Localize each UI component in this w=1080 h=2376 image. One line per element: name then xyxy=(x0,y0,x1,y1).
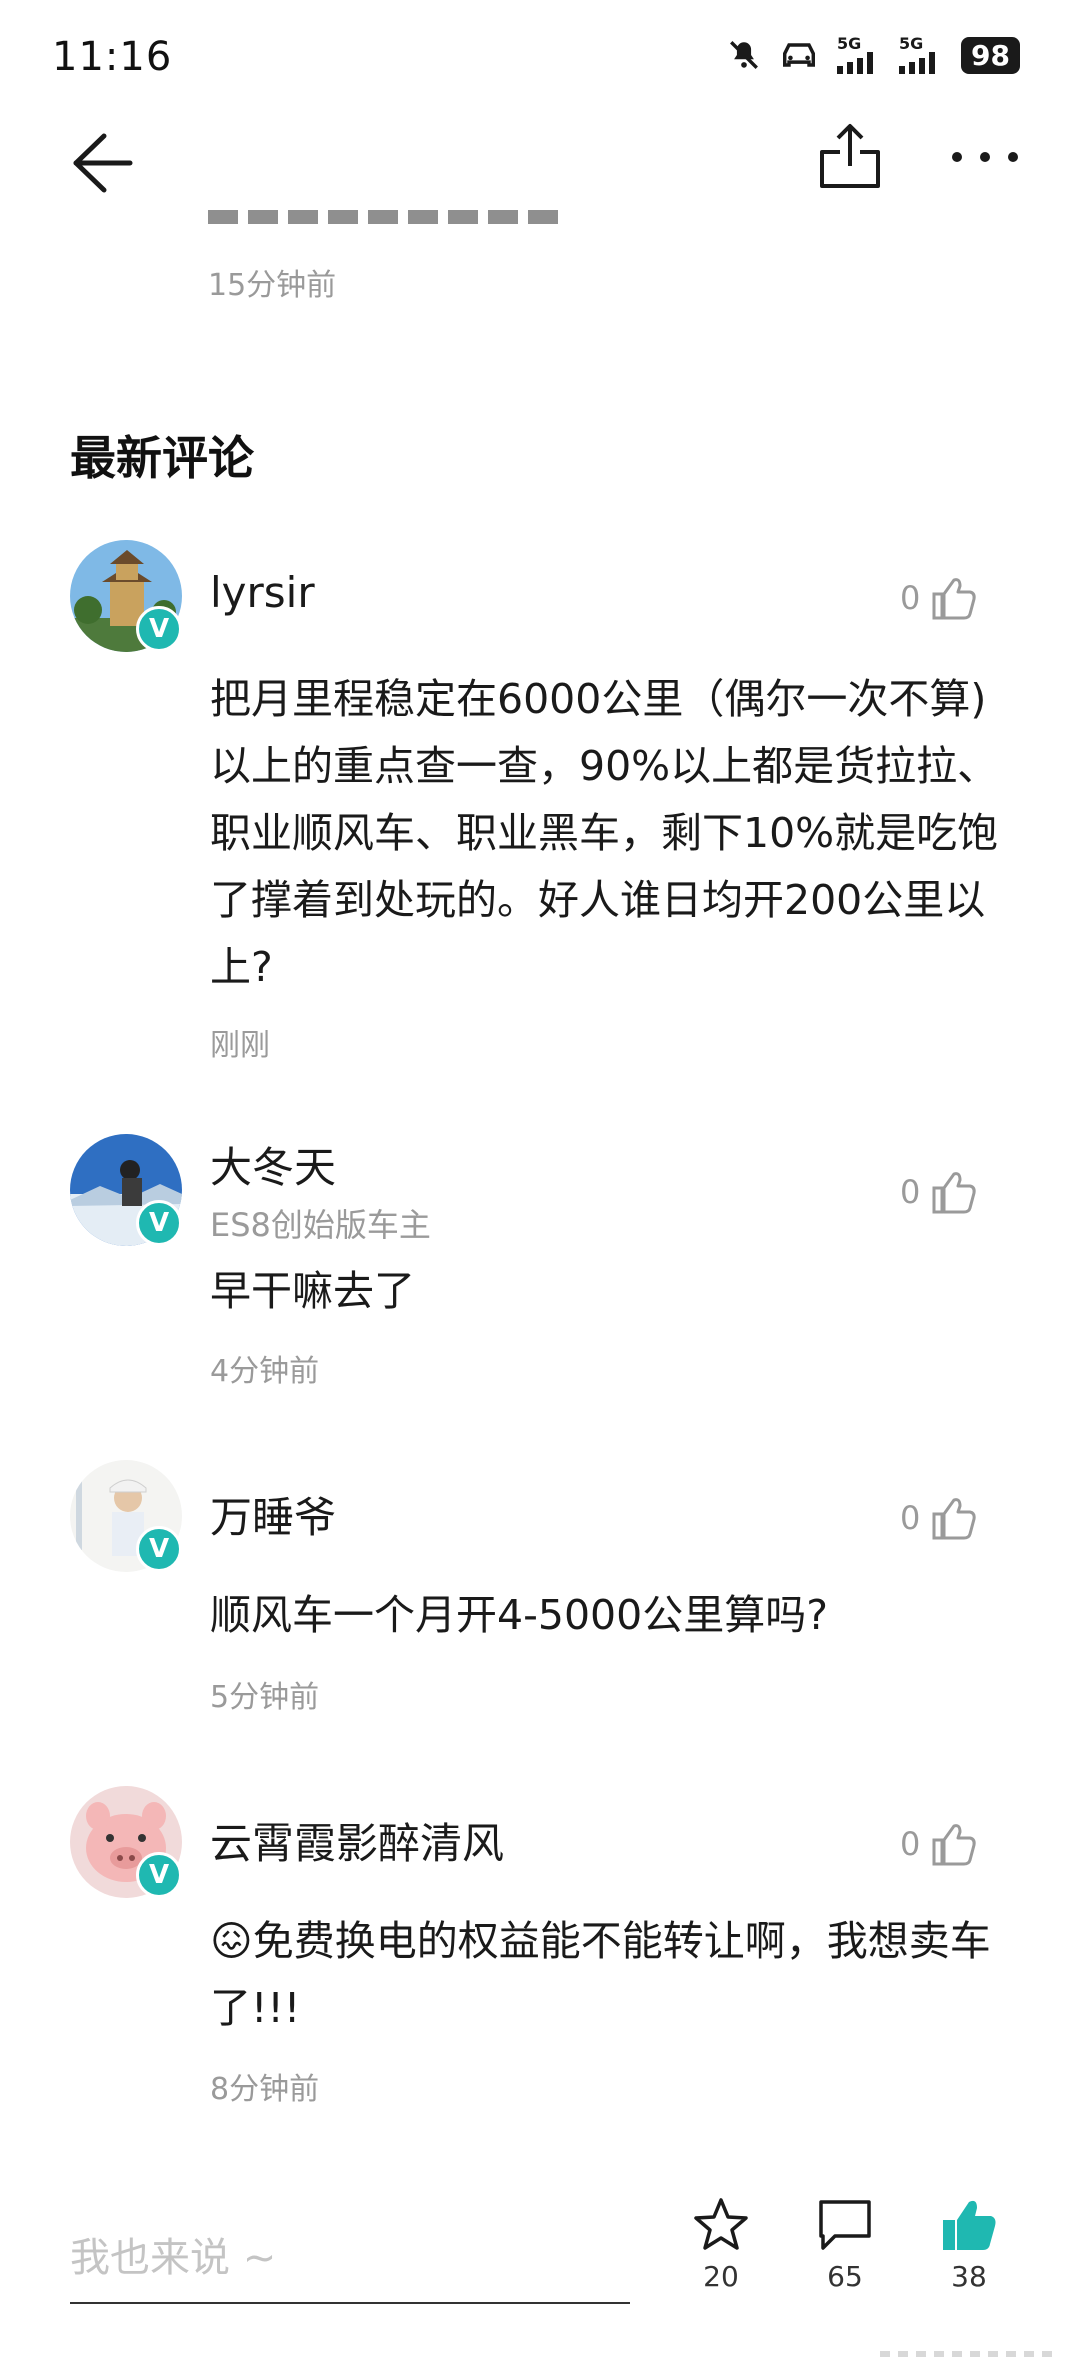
comment-text: 😖免费换电的权益能不能转让啊，我想卖车了!!! xyxy=(210,1908,1010,2042)
comment-text-body: 免费换电的权益能不能转让啊，我想卖车了!!! xyxy=(210,1917,991,2032)
mute-bell-icon xyxy=(730,41,758,69)
comment-author[interactable]: lyrsir xyxy=(210,568,315,617)
comment-input-underline xyxy=(70,2302,630,2304)
signal-indicator-1: 5G xyxy=(837,36,881,74)
comment-time: 5分钟前 xyxy=(210,1680,320,1715)
status-icons: 5G 5G 98 xyxy=(727,36,1020,74)
favorite-button[interactable]: 20 xyxy=(676,2196,766,2293)
comment-time: 刚刚 xyxy=(210,1028,270,1063)
verified-badge: V xyxy=(136,1200,182,1246)
status-bar: 11:16 5G 5G 98 xyxy=(0,0,1080,120)
like-count: 0 xyxy=(900,1173,921,1211)
back-arrow-icon[interactable] xyxy=(66,130,136,196)
like-button[interactable]: 0 xyxy=(900,1162,1000,1222)
thumbs-up-icon xyxy=(932,1498,976,1540)
comment-author[interactable]: 云霄霞影醉清风 xyxy=(210,1810,504,1871)
like-count: 0 xyxy=(900,1825,921,1863)
favorite-count: 20 xyxy=(703,2260,739,2293)
signal-indicator-2: 5G xyxy=(899,36,943,74)
more-icon[interactable] xyxy=(950,150,1020,164)
like-button[interactable]: 0 xyxy=(900,568,1000,628)
like-post-count: 38 xyxy=(951,2260,987,2293)
thumbs-up-filled-icon xyxy=(943,2200,996,2250)
previous-comment-text-fragment xyxy=(208,210,568,224)
author-title: ES8创始版车主 xyxy=(210,1206,431,1244)
comment-author[interactable]: 大冬天 xyxy=(210,1134,336,1195)
verified-badge: V xyxy=(136,1526,182,1572)
comment-text: 早干嘛去了 xyxy=(210,1267,415,1315)
comment-text: 顺风车一个月开4-5000公里算吗? xyxy=(210,1591,828,1639)
comment-input[interactable]: 我也来说 ~ xyxy=(70,2225,276,2283)
like-button[interactable]: 0 xyxy=(900,1814,1000,1874)
like-count: 0 xyxy=(900,1499,921,1537)
comment-time: 8分钟前 xyxy=(210,2072,320,2107)
verified-badge: V xyxy=(136,606,182,652)
car-icon xyxy=(783,43,816,67)
previous-comment-time: 15分钟前 xyxy=(208,268,337,303)
thumbs-up-icon xyxy=(932,578,976,620)
status-time: 11:16 xyxy=(52,34,173,80)
share-icon[interactable] xyxy=(818,122,882,190)
section-title-latest-comments: 最新评论 xyxy=(70,431,254,485)
like-button[interactable]: 0 xyxy=(900,1488,1000,1548)
verified-badge: V xyxy=(136,1852,182,1898)
thumbs-up-icon xyxy=(932,1172,976,1214)
comment-button[interactable]: 65 xyxy=(800,2196,890,2293)
star-icon xyxy=(694,2198,748,2250)
like-count: 0 xyxy=(900,579,921,617)
home-indicator xyxy=(880,2351,1060,2357)
comment-count: 65 xyxy=(827,2260,863,2293)
comment-icon xyxy=(819,2200,871,2250)
comment-author[interactable]: 万睡爷 xyxy=(210,1484,336,1545)
comment-time: 4分钟前 xyxy=(210,1354,320,1389)
comment-text: 把月里程稳定在6000公里（偶尔一次不算)以上的重点查一查，90%以上都是货拉拉… xyxy=(210,675,999,991)
battery-level: 98 xyxy=(961,36,1020,74)
emoji-icon: 😖 xyxy=(210,1917,253,1965)
thumbs-up-icon xyxy=(932,1824,976,1866)
like-post-button[interactable]: 38 xyxy=(924,2196,1014,2293)
